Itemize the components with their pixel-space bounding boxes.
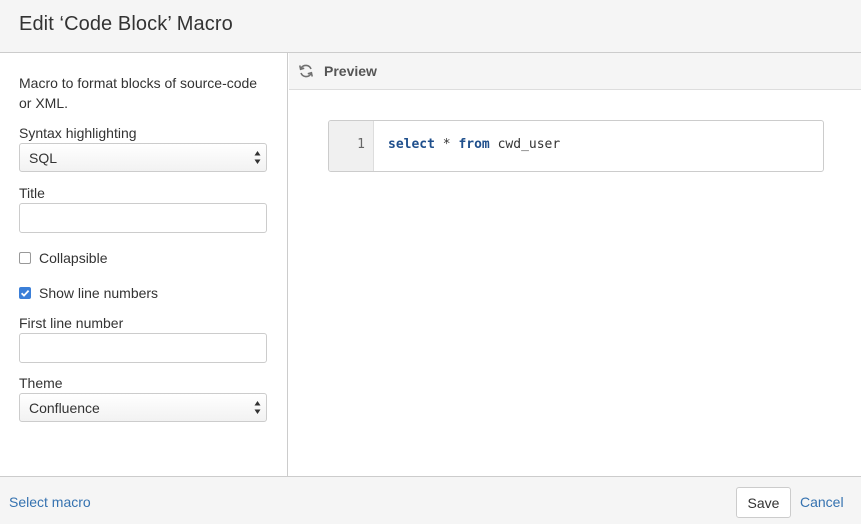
cancel-link[interactable]: Cancel [800,494,844,510]
dialog-header: Edit ‘Code Block’ Macro [0,0,861,53]
first-line-number-label: First line number [19,315,124,331]
code-line: select * from cwd_user [388,137,560,152]
dialog-title: Edit ‘Code Block’ Macro [19,13,233,35]
title-label: Title [19,185,45,201]
refresh-icon[interactable] [298,63,314,79]
line-numbers-checkbox[interactable] [19,287,31,299]
line-number-gutter: 1 [329,121,374,171]
collapsible-label: Collapsible [39,250,108,266]
syntax-highlighting-select[interactable]: SQL [19,143,267,172]
save-button[interactable]: Save [736,487,791,518]
dialog-footer: Select macro Save Cancel [0,476,861,524]
syntax-highlighting-label: Syntax highlighting [19,125,137,141]
macro-description: Macro to format blocks of source-code or… [19,75,258,111]
select-arrows-icon [254,151,261,164]
macro-form-panel: Macro to format blocks of source-code or… [0,53,288,476]
code-preview: 1 select * from cwd_user [328,120,824,172]
select-arrows-icon [254,401,261,414]
code-keyword: from [458,137,490,152]
collapsible-checkbox[interactable] [19,252,31,264]
syntax-highlighting-value: SQL [29,150,58,166]
preview-bar: Preview [289,53,861,90]
first-line-number-input[interactable] [19,333,267,363]
title-input[interactable] [19,203,267,233]
code-operator: * [434,137,459,152]
select-macro-link[interactable]: Select macro [9,494,91,510]
code-identifier: cwd_user [489,137,561,152]
code-keyword: select [388,137,435,152]
theme-value: Confluence [29,400,100,416]
line-numbers-label: Show line numbers [39,285,159,301]
line-number: 1 [357,137,365,152]
preview-label: Preview [324,63,377,79]
check-icon [20,289,30,297]
preview-panel: Preview 1 select * from cwd_user [289,53,861,476]
theme-label: Theme [19,375,63,391]
theme-select[interactable]: Confluence [19,393,267,422]
